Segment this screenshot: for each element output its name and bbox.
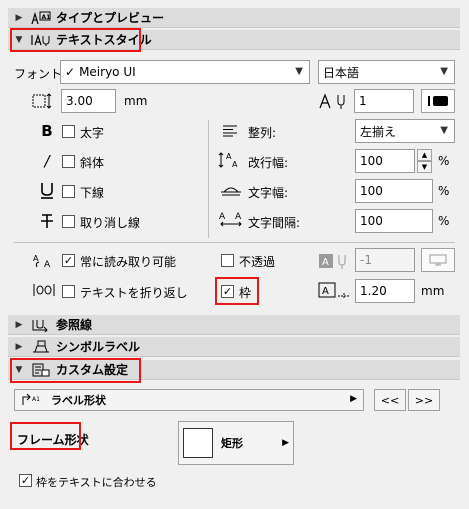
always-readable-icon: AA	[32, 251, 56, 269]
checkmark-icon: ✓	[20, 474, 31, 487]
bold-label: 太字	[80, 126, 105, 140]
type-preview-icon: A1	[30, 10, 52, 26]
text-width-icon	[220, 182, 242, 198]
checkmark-icon: ✓	[65, 65, 76, 79]
letter-spacing-icon: AA	[218, 210, 244, 228]
always-readable-checkbox[interactable]: ✓	[62, 254, 75, 267]
background-pen-icon: A	[318, 252, 352, 270]
strikethrough-checkbox[interactable]	[62, 215, 75, 228]
highlight-box	[10, 422, 81, 450]
spin-up-button[interactable]: ▲	[417, 149, 432, 161]
pen-input[interactable]: 1	[354, 89, 414, 113]
chevron-right-icon: ▶	[282, 438, 289, 448]
label-shape-button[interactable]: A1 ラベル形状 ▶	[14, 389, 364, 411]
expand-arrow-icon[interactable]: ▶	[12, 342, 26, 352]
section-leader[interactable]: ▶ 参照線	[8, 315, 460, 335]
wrap-text-checkbox[interactable]	[62, 285, 75, 298]
text-height-icon	[30, 92, 54, 110]
svg-text:A: A	[235, 212, 242, 222]
language-select[interactable]: 日本語 ▼	[318, 60, 455, 84]
spin-down-button[interactable]: ▼	[417, 161, 432, 173]
background-color-button[interactable]	[421, 248, 455, 272]
svg-text:A: A	[322, 257, 329, 268]
section-divider	[14, 242, 455, 243]
frame-shape-button[interactable]: 矩形 ▶	[178, 421, 294, 465]
percent-sign: %	[438, 214, 450, 228]
leader-icon	[30, 317, 52, 333]
line-spacing-icon: AA	[218, 150, 242, 170]
wrap-text-icon	[32, 281, 56, 299]
bold-icon: B	[41, 122, 53, 140]
underline-label: 下線	[80, 186, 105, 200]
column-divider	[208, 120, 209, 238]
checkmark-icon: ✓	[63, 254, 74, 267]
letter-spacing-input[interactable]: 100	[355, 209, 433, 233]
font-label: フォント:	[14, 67, 67, 81]
symbol-label-icon	[30, 339, 52, 355]
frame-offset-input[interactable]: 1.20	[355, 279, 415, 303]
label-shape-icon: A1	[21, 393, 43, 407]
section-title: タイプとプレビュー	[56, 11, 165, 25]
size-unit: mm	[124, 94, 148, 108]
svg-text:A: A	[33, 254, 39, 263]
frame-offset-icon: A	[318, 281, 352, 301]
pen-color-button[interactable]	[421, 89, 455, 113]
opaque-label: 不透過	[239, 255, 276, 269]
align-left-icon	[220, 123, 240, 139]
opaque-checkbox[interactable]	[221, 254, 234, 267]
svg-text:A: A	[44, 260, 51, 269]
svg-text:A: A	[322, 286, 329, 297]
line-spacing-input[interactable]: 100	[355, 149, 415, 173]
align-label: 整列:	[248, 126, 277, 140]
next-button[interactable]: >>	[408, 389, 440, 411]
section-title: シンボルラベル	[56, 340, 141, 354]
font-select[interactable]: ✓ Meiryo UI ▼	[60, 60, 310, 84]
always-readable-label: 常に読み取り可能	[80, 255, 177, 269]
italic-checkbox[interactable]	[62, 155, 75, 168]
bold-checkbox[interactable]	[62, 125, 75, 138]
pen-icon	[318, 92, 350, 110]
svg-text:A1: A1	[32, 396, 40, 403]
highlight-box	[10, 28, 141, 52]
text-height-input[interactable]: 3.00	[61, 89, 116, 113]
letter-spacing-label: 文字間隔:	[248, 216, 301, 230]
previous-button[interactable]: <<	[374, 389, 406, 411]
text-width-input[interactable]: 100	[355, 179, 433, 203]
highlight-box	[10, 358, 141, 383]
underline-checkbox[interactable]	[62, 185, 75, 198]
fit-frame-checkbox[interactable]: ✓	[19, 474, 32, 487]
strikethrough-label: 取り消し線	[80, 216, 141, 230]
underline-icon	[38, 182, 56, 200]
fit-frame-label: 枠をテキストに合わせる	[36, 476, 157, 489]
svg-text:A: A	[232, 160, 238, 169]
section-symbol-label[interactable]: ▶ シンボルラベル	[8, 337, 460, 357]
expand-arrow-icon[interactable]: ▶	[12, 320, 26, 330]
italic-icon: /	[44, 152, 50, 170]
chevron-down-icon: ▼	[440, 125, 448, 136]
section-title: 参照線	[56, 318, 93, 332]
text-width-label: 文字幅:	[248, 186, 289, 200]
rectangle-shape-icon	[183, 428, 213, 458]
frame-offset-unit: mm	[421, 284, 445, 298]
strikethrough-icon	[38, 212, 56, 230]
chevron-down-icon: ▼	[295, 66, 303, 77]
expand-arrow-icon[interactable]: ▶	[12, 13, 26, 23]
percent-sign: %	[438, 184, 450, 198]
line-spacing-label: 改行幅:	[248, 156, 289, 170]
section-type-preview[interactable]: ▶ A1 タイプとプレビュー	[8, 8, 460, 28]
chevron-down-icon: ▼	[440, 66, 448, 77]
background-pen-input[interactable]: -1	[355, 248, 415, 272]
svg-text:A: A	[219, 212, 226, 222]
svg-text:A1: A1	[42, 14, 51, 21]
percent-sign: %	[438, 154, 450, 168]
align-select[interactable]: 左揃え ▼	[355, 119, 455, 143]
highlight-box	[215, 277, 259, 305]
chevron-right-icon: ▶	[350, 394, 357, 404]
italic-label: 斜体	[80, 156, 105, 170]
wrap-text-label: テキストを折り返し	[80, 286, 188, 300]
